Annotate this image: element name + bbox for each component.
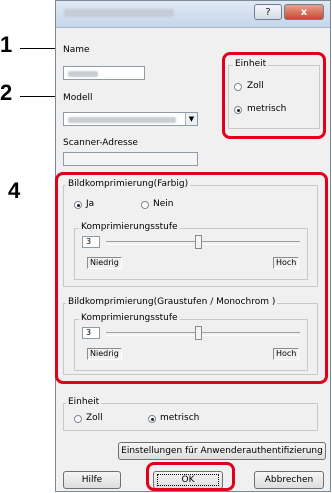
user-auth-settings-button[interactable]: Einstellungen für Anwenderauthentifizier… (118, 442, 326, 460)
callout-leader-2 (20, 96, 60, 97)
callout-number-2: 2 (0, 80, 13, 105)
model-select[interactable]: ▼ (63, 112, 198, 126)
title-help-icon[interactable]: ? (254, 4, 282, 20)
title-bar[interactable]: ? x (56, 1, 330, 28)
unit-bottom-metrisch-radio[interactable] (148, 415, 156, 423)
help-button[interactable]: Hilfe (63, 471, 121, 489)
unit-group-bottom: Einheit Zoll metrisch (63, 397, 318, 431)
callout-frame-3 (222, 52, 326, 139)
scanner-address-label: Scanner-Adresse (63, 138, 138, 148)
dropdown-arrow-icon[interactable]: ▼ (185, 113, 197, 125)
model-label: Modell (63, 93, 93, 103)
name-input[interactable] (63, 66, 145, 80)
name-label: Name (63, 45, 90, 55)
callout-frame-5 (146, 462, 235, 491)
window-title-blurred (64, 9, 174, 17)
unit-group-bottom-title: Einheit (66, 397, 102, 407)
name-value-blurred (68, 71, 98, 77)
callout-number-4: 4 (8, 178, 21, 203)
unit-bottom-metrisch-label[interactable]: metrisch (160, 413, 199, 423)
cancel-button[interactable]: Abbrechen (254, 471, 324, 489)
callout-leader-1 (20, 48, 60, 49)
unit-bottom-zoll-radio[interactable] (74, 415, 82, 423)
callout-number-1: 1 (0, 32, 13, 57)
callout-frame-4 (55, 172, 328, 384)
model-value-blurred (68, 117, 176, 123)
title-close-icon[interactable]: x (284, 4, 324, 20)
unit-bottom-zoll-label[interactable]: Zoll (86, 413, 103, 423)
scanner-address-input[interactable] (63, 152, 198, 166)
